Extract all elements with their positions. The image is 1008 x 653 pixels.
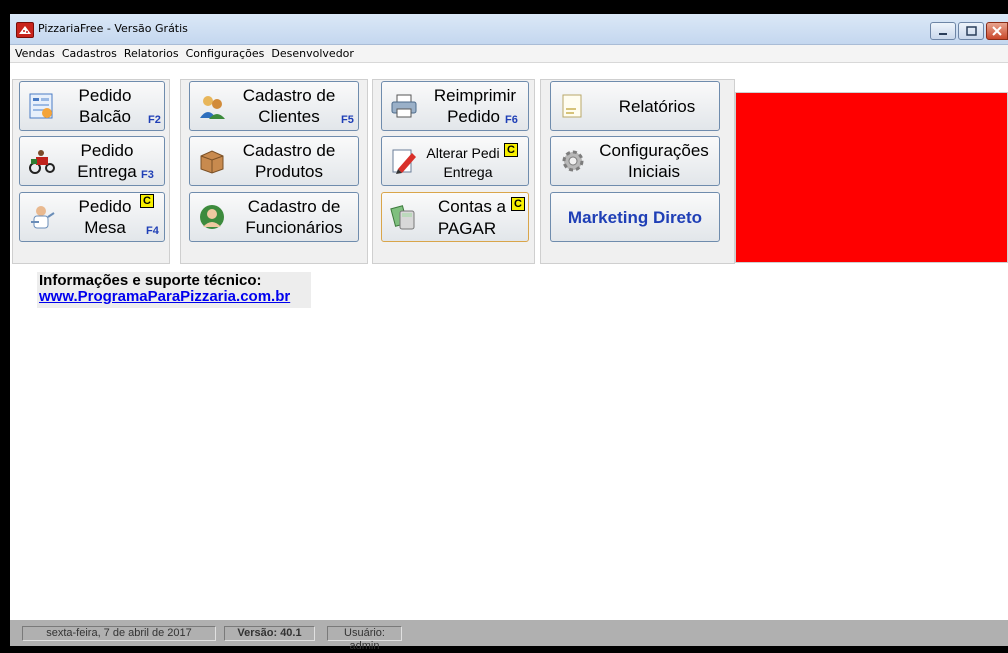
support-info: Informações e suporte técnico: www.Progr…	[37, 272, 311, 308]
pedido-balcao-button[interactable]: Pedido Balcão F2	[19, 81, 165, 131]
report-document-icon	[562, 94, 582, 118]
support-link[interactable]: www.ProgramaParaPizzaria.com.br	[39, 288, 290, 305]
cadastro-produtos-button[interactable]: Cadastro de Produtos	[189, 136, 359, 186]
pedido-balcao-line1: Pedido	[78, 86, 132, 105]
status-bar: sexta-feira, 7 de abril de 2017 Versão: …	[10, 620, 1008, 652]
shortcut-f6: F6	[505, 114, 518, 126]
c-badge: C	[504, 143, 518, 157]
calculator-icon	[390, 205, 415, 230]
reimprimir-line2: Pedido	[447, 107, 500, 126]
menu-vendas[interactable]: Vendas	[15, 45, 55, 62]
menu-cadastros[interactable]: Cadastros	[62, 45, 117, 62]
relatorios-label: Relatórios	[618, 97, 696, 116]
employee-icon	[200, 205, 224, 229]
marketing-direto-button[interactable]: Marketing Direto	[550, 192, 720, 242]
pedido-entrega-line1: Pedido	[80, 141, 134, 160]
app-window: PizzariaFree - Versão Grátis Vendas Cada…	[10, 14, 1008, 652]
delivery-motorcycle-icon	[29, 150, 55, 174]
contas-a-pagar-button[interactable]: Contas a C PAGAR	[381, 192, 529, 242]
gear-icon	[562, 150, 584, 172]
shortcut-f4: F4	[146, 225, 159, 237]
status-user: Usuário: admin	[327, 626, 402, 652]
menu-desenvolvedor[interactable]: Desenvolvedor	[271, 45, 354, 62]
window-title: PizzariaFree - Versão Grátis	[38, 22, 188, 35]
pedido-mesa-line2: Mesa	[84, 218, 126, 237]
status-date: sexta-feira, 7 de abril de 2017	[22, 626, 216, 641]
edit-document-icon	[392, 149, 416, 174]
alterar-pedido-entrega-button[interactable]: Alterar Pedi C Entrega	[381, 136, 529, 186]
pedido-entrega-button[interactable]: Pedido Entrega F3	[19, 136, 165, 186]
users-icon	[200, 96, 225, 119]
c-badge: C	[140, 194, 154, 208]
pizza-app-icon	[16, 22, 34, 38]
configuracoes-iniciais-button[interactable]: Configurações Iniciais	[550, 136, 720, 186]
configuracoes-line2: Iniciais	[628, 162, 680, 181]
marketing-label: Marketing Direto	[567, 208, 703, 227]
reimprimir-line1: Reimprimir	[433, 86, 517, 105]
shortcut-f3: F3	[141, 169, 154, 181]
printer-icon	[391, 94, 417, 118]
configuracoes-line1: Configurações	[599, 141, 709, 160]
alterar-line1: Alterar Pedi	[426, 145, 500, 161]
cadastro-funcionarios-line1: Cadastro de	[247, 197, 341, 216]
pedido-balcao-line2: Balcão	[79, 107, 131, 126]
close-button[interactable]	[986, 22, 1008, 40]
maximize-button[interactable]	[958, 22, 984, 40]
form-icon	[29, 93, 53, 119]
menu-configuracoes[interactable]: Configurações	[186, 45, 265, 62]
minimize-button[interactable]	[930, 22, 956, 40]
cadastro-produtos-line2: Produtos	[254, 162, 324, 181]
title-bar[interactable]: PizzariaFree - Versão Grátis	[10, 14, 1008, 45]
waiter-icon	[31, 206, 55, 229]
cadastro-clientes-line1: Cadastro de	[242, 86, 336, 105]
c-badge: C	[511, 197, 525, 211]
cadastro-produtos-line1: Cadastro de	[242, 141, 336, 160]
cadastro-funcionarios-line2: Funcionários	[245, 218, 343, 237]
shortcut-f5: F5	[341, 114, 354, 126]
relatorios-button[interactable]: Relatórios	[550, 81, 720, 131]
alterar-line2: Entrega	[443, 164, 493, 180]
status-version: Versão: 40.1	[224, 626, 315, 641]
shortcut-f2: F2	[148, 114, 161, 126]
menu-relatorios[interactable]: Relatorios	[124, 45, 179, 62]
pedido-mesa-line1: Pedido	[78, 197, 132, 216]
red-banner-panel	[735, 92, 1008, 263]
menu-bar: Vendas Cadastros Relatorios Configuraçõe…	[10, 45, 1008, 63]
pedido-entrega-line2: Entrega	[77, 162, 137, 181]
pedido-mesa-button[interactable]: Pedido C Mesa F4	[19, 192, 165, 242]
window-controls	[930, 22, 1008, 40]
cadastro-clientes-line2: Clientes	[258, 107, 320, 126]
cadastro-funcionarios-button[interactable]: Cadastro de Funcionários	[189, 192, 359, 242]
contas-line2: PAGAR	[437, 219, 497, 238]
cadastro-clientes-button[interactable]: Cadastro de Clientes F5	[189, 81, 359, 131]
support-title: Informações e suporte técnico:	[39, 272, 262, 289]
contas-line1: Contas a	[437, 197, 506, 216]
box-icon	[200, 150, 224, 174]
reimprimir-pedido-button[interactable]: Reimprimir Pedido F6	[381, 81, 529, 131]
